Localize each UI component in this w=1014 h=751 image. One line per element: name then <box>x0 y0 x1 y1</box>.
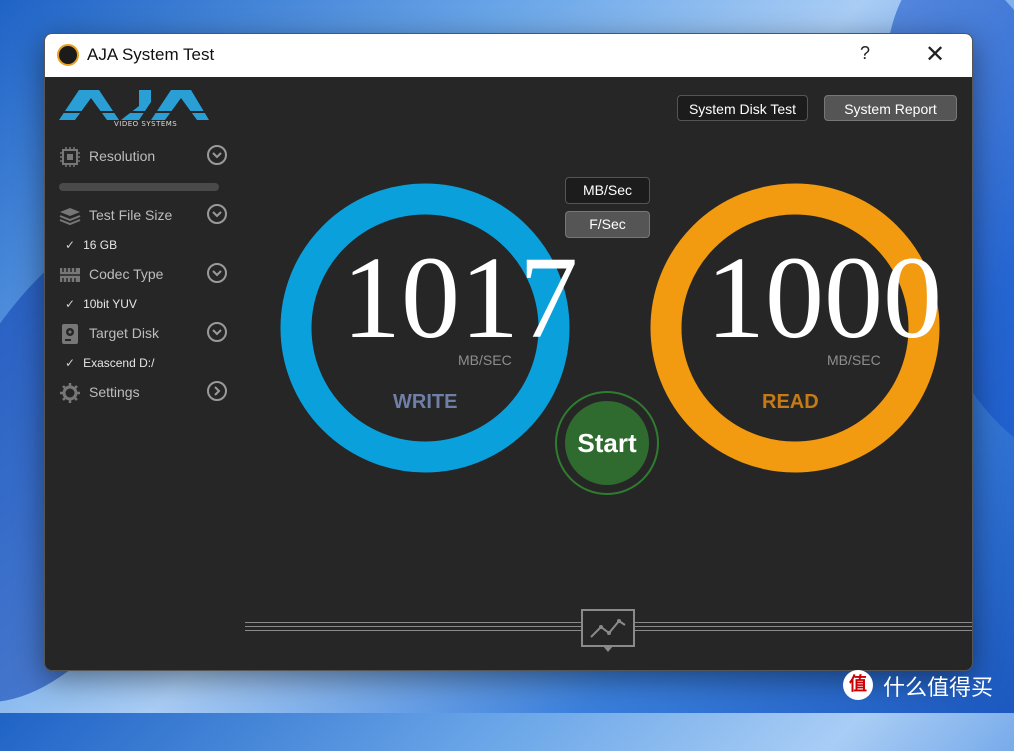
app-icon <box>57 44 79 66</box>
help-button[interactable]: ? <box>860 43 870 64</box>
sidebar-item-file-size[interactable]: Test File Size <box>59 203 229 229</box>
gear-icon <box>60 383 80 403</box>
write-label: WRITE <box>393 391 458 413</box>
layers-icon <box>59 208 81 226</box>
sidebar-label-codec: Codec Type <box>89 266 164 282</box>
read-value-clip: 1000 <box>650 183 944 473</box>
check-icon: ✓ <box>65 356 76 370</box>
codec-value: ✓ 10bit YUV <box>65 297 137 311</box>
chevron-right-icon[interactable] <box>207 381 227 401</box>
file-size-value: ✓ 16 GB <box>65 238 118 252</box>
start-label: Start <box>565 401 649 485</box>
chip-icon <box>60 147 80 167</box>
sidebar-item-target-disk[interactable]: Target Disk <box>59 321 229 347</box>
sidebar-label-target-disk: Target Disk <box>89 325 160 341</box>
sidebar-item-codec[interactable]: Codec Type <box>59 262 229 288</box>
aja-logo: VIDEO SYSTEMS <box>59 86 209 128</box>
chevron-down-icon[interactable] <box>207 204 227 224</box>
start-button[interactable]: Start <box>555 391 659 495</box>
write-unit: MB/SEC <box>458 352 512 368</box>
film-icon <box>60 268 80 282</box>
app-window: AJA System Test ? ✕ VIDEO SYSTEMS System… <box>44 33 973 671</box>
write-value: 1017 <box>342 232 578 363</box>
check-icon: ✓ <box>65 238 76 252</box>
target-disk-value: ✓ Exascend D:/ <box>65 356 155 370</box>
system-disk-test-button[interactable]: System Disk Test <box>677 95 808 121</box>
read-value: 1000 <box>706 232 942 363</box>
read-unit: MB/SEC <box>827 352 881 368</box>
sidebar-label-file-size: Test File Size <box>89 207 173 223</box>
disk-icon <box>62 324 78 344</box>
write-gauge: 1017 MB/SEC WRITE <box>280 183 578 473</box>
sidebar-item-settings[interactable]: Settings <box>59 380 229 406</box>
read-gauge: 1000 MB/SEC READ <box>650 183 942 473</box>
sidebar-label-resolution: Resolution <box>89 148 156 164</box>
check-icon: ✓ <box>65 297 76 311</box>
chart-icon[interactable] <box>581 609 635 653</box>
logo-subtitle: VIDEO SYSTEMS <box>114 120 178 128</box>
sidebar-item-resolution[interactable]: Resolution <box>59 144 229 170</box>
watermark-text: 什么值得买 <box>883 676 994 701</box>
system-report-button[interactable]: System Report <box>824 95 957 121</box>
read-label: READ <box>762 391 819 413</box>
chevron-down-icon[interactable] <box>207 263 227 283</box>
aja-logo-graphic <box>59 90 209 120</box>
title-bar: AJA System Test ? ✕ <box>45 34 972 77</box>
close-button[interactable]: ✕ <box>925 40 945 69</box>
mb-per-sec-button[interactable]: MB/Sec <box>565 177 650 204</box>
sidebar-label-settings: Settings <box>89 384 140 400</box>
progress-bar <box>59 183 219 191</box>
chevron-down-icon[interactable] <box>207 145 227 165</box>
watermark-badge: 值 <box>843 670 873 700</box>
chevron-down-icon[interactable] <box>207 322 227 342</box>
window-title: AJA System Test <box>87 45 215 64</box>
